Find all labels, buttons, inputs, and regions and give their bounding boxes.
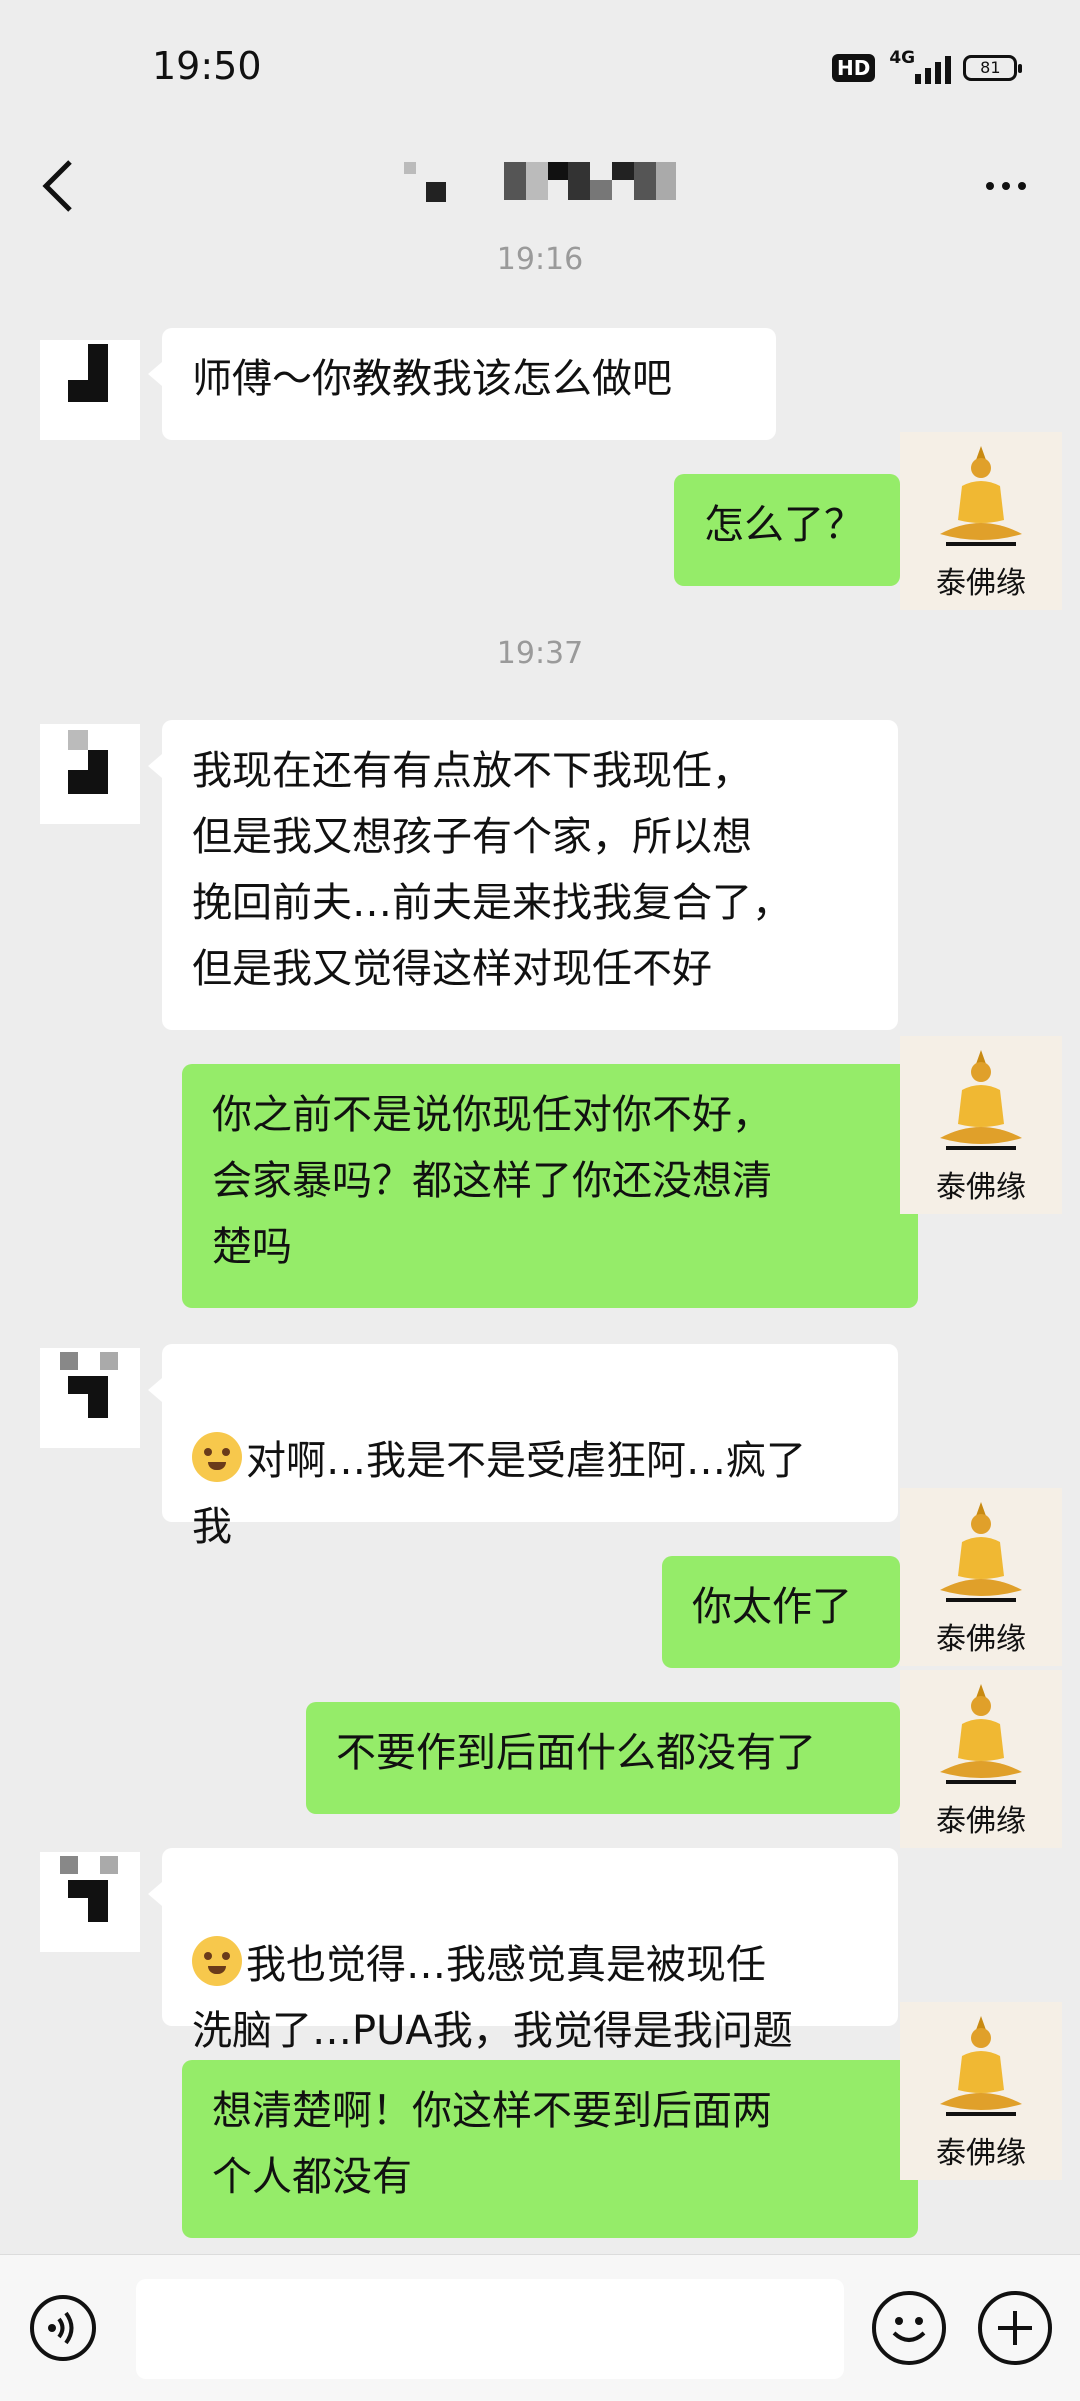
plus-icon bbox=[998, 2311, 1032, 2345]
contact-avatar[interactable] bbox=[40, 1348, 140, 1448]
buddha-icon bbox=[940, 1502, 1022, 1602]
message-bubble-incoming[interactable]: 我现在还有有点放不下我现任， 但是我又想孩子有个家，所以想 挽回前夫…前夫是来找… bbox=[148, 720, 898, 1030]
contact-avatar[interactable] bbox=[40, 1852, 140, 1952]
network-label: 4G bbox=[889, 48, 916, 68]
contact-avatar[interactable] bbox=[40, 340, 140, 440]
message-bubble-incoming[interactable]: 我也觉得…我感觉真是被现任 洗脑了…PUA我，我觉得是我问题 bbox=[148, 1848, 898, 2054]
self-avatar[interactable]: 泰佛缘 bbox=[900, 1488, 1062, 1666]
more-dot bbox=[1018, 182, 1026, 190]
battery-icon: 81 bbox=[963, 55, 1023, 81]
avatar-brand-text: 泰佛缘 bbox=[936, 1804, 1026, 1839]
message-bubble-outgoing[interactable]: 想清楚啊！你这样不要到后面两 个人都没有 bbox=[182, 2060, 932, 2238]
message-bubble-outgoing[interactable]: 不要作到后面什么都没有了 bbox=[306, 1702, 914, 1814]
emoji-button[interactable] bbox=[872, 2291, 946, 2365]
message-bubble-incoming[interactable]: 对啊…我是不是受虐狂阿…疯了 我 bbox=[148, 1344, 898, 1550]
avatar-brand-text: 泰佛缘 bbox=[936, 1622, 1026, 1657]
status-bar: 19:50 HD 4G 81 bbox=[0, 0, 1080, 130]
message-bubble-outgoing[interactable]: 你太作了 bbox=[662, 1556, 914, 1668]
self-avatar[interactable]: 泰佛缘 bbox=[900, 1670, 1062, 1848]
crying-emoji-icon bbox=[192, 1432, 242, 1482]
message-input[interactable] bbox=[136, 2279, 844, 2379]
buddha-icon bbox=[940, 1050, 1022, 1150]
signal-icon: 4G bbox=[889, 48, 952, 86]
message-text: 对啊…我是不是受虐狂阿…疯了 我 bbox=[192, 1438, 806, 1550]
message-text: 我也觉得…我感觉真是被现任 洗脑了…PUA我，我觉得是我问题 bbox=[192, 1942, 793, 2054]
more-button[interactable] bbox=[976, 150, 1036, 222]
status-time: 19:50 bbox=[152, 44, 262, 88]
status-icons: HD 4G 81 bbox=[832, 48, 1023, 86]
self-avatar[interactable]: 泰佛缘 bbox=[900, 432, 1062, 610]
input-bar bbox=[0, 2254, 1080, 2401]
message-bubble-outgoing[interactable]: 你之前不是说你现任对你不好， 会家暴吗？都这样了你还没想清 楚吗 bbox=[182, 1064, 932, 1308]
more-dot bbox=[1002, 182, 1010, 190]
avatar-brand-text: 泰佛缘 bbox=[936, 566, 1026, 601]
message-timestamp: 19:37 bbox=[496, 636, 584, 671]
avatar-brand-text: 泰佛缘 bbox=[936, 1170, 1026, 1205]
message-bubble-incoming[interactable]: 师傅～你教教我该怎么做吧 bbox=[148, 328, 776, 440]
buddha-icon bbox=[940, 1684, 1022, 1784]
back-button[interactable] bbox=[36, 150, 88, 222]
self-avatar[interactable]: 泰佛缘 bbox=[900, 2002, 1062, 2180]
flushed-emoji-icon bbox=[192, 1936, 242, 1986]
more-dot bbox=[986, 182, 994, 190]
censored-chat-title bbox=[404, 158, 694, 204]
avatar-brand-text: 泰佛缘 bbox=[936, 2136, 1026, 2171]
buddha-icon bbox=[940, 2016, 1022, 2116]
contact-avatar[interactable] bbox=[40, 724, 140, 824]
message-bubble-outgoing[interactable]: 怎么了？ bbox=[674, 474, 914, 586]
voice-icon bbox=[48, 2311, 74, 2345]
battery-level: 81 bbox=[980, 58, 1001, 77]
emoji-icon bbox=[892, 2317, 926, 2342]
voice-button[interactable] bbox=[30, 2295, 96, 2361]
buddha-icon bbox=[940, 446, 1022, 546]
message-timestamp: 19:16 bbox=[496, 242, 584, 277]
chevron-left-icon bbox=[42, 160, 72, 212]
hd-icon: HD bbox=[832, 54, 876, 82]
plus-button[interactable] bbox=[978, 2291, 1052, 2365]
self-avatar[interactable]: 泰佛缘 bbox=[900, 1036, 1062, 1214]
